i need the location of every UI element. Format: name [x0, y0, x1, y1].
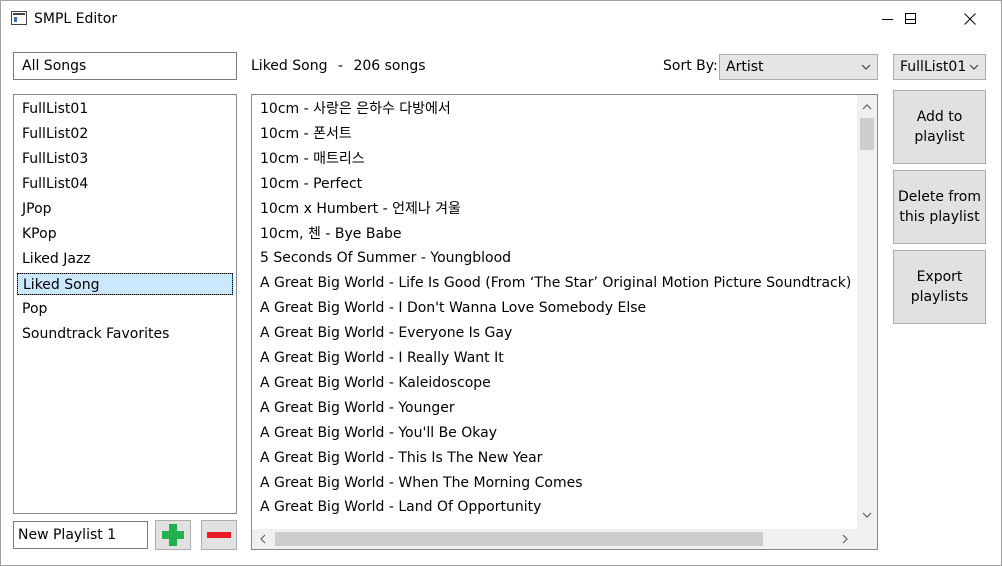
song-filter-field[interactable]: All Songs [13, 52, 237, 80]
delete-line2: this playlist [899, 209, 980, 225]
song-row[interactable]: 10cm - 폰서트 [260, 122, 855, 146]
close-icon [964, 13, 976, 25]
song-row[interactable]: A Great Big World - Younger [260, 396, 855, 420]
scroll-corner [857, 529, 877, 549]
scroll-up-icon[interactable] [857, 99, 877, 115]
maximize-icon [905, 13, 916, 24]
delete-line1: Delete from [897, 189, 982, 205]
song-row[interactable]: A Great Big World - You'll Be Okay [260, 421, 855, 445]
title-bar: SMPL Editor [0, 0, 1002, 38]
playlist-header: Liked Song - 206 songs [251, 58, 426, 74]
song-row[interactable]: 10cm, 첸 - Bye Babe [260, 222, 855, 246]
window-title: SMPL Editor [34, 11, 118, 27]
target-playlist-value: FullList01 [900, 59, 967, 75]
minus-icon [207, 532, 231, 538]
add-to-playlist-line2: playlist [914, 129, 965, 145]
new-playlist-field[interactable]: New Playlist 1 [13, 521, 148, 549]
export-line1: Export [916, 269, 963, 285]
song-filter-value: All Songs [22, 58, 87, 74]
song-row[interactable]: A Great Big World - Everyone Is Gay [260, 321, 855, 345]
song-row[interactable]: 10cm - 매트리스 [260, 147, 855, 171]
song-list[interactable]: 10cm - 사랑은 은하수 다방에서 10cm - 폰서트 10cm - 매트리스… [251, 94, 878, 550]
playlist-item[interactable]: FullList02 [17, 123, 233, 145]
playlist-item[interactable]: JPop [17, 198, 233, 220]
playlist-item[interactable]: Pop [17, 298, 233, 320]
header-song-count: 206 songs [353, 58, 426, 74]
song-row[interactable]: A Great Big World - Kaleidoscope [260, 371, 855, 395]
remove-playlist-button[interactable] [201, 520, 237, 550]
playlist-item[interactable]: FullList03 [17, 148, 233, 170]
song-row[interactable]: 10cm - 사랑은 은하수 다방에서 [260, 97, 855, 121]
scroll-down-icon[interactable] [857, 507, 877, 523]
playlist-list[interactable]: FullList01 FullList02 FullList03 FullList04… [13, 94, 237, 514]
sort-dropdown[interactable]: Artist [719, 54, 878, 80]
add-playlist-button[interactable] [155, 520, 191, 550]
header-playlist-name: Liked Song [251, 58, 328, 74]
vertical-scroll-thumb[interactable] [860, 118, 874, 150]
add-to-playlist-line1: Add to [916, 109, 963, 125]
playlist-item[interactable]: KPop [17, 223, 233, 245]
header-separator: - [337, 58, 343, 74]
song-row[interactable]: A Great Big World - When The Morning Com… [260, 471, 855, 495]
add-to-playlist-button[interactable]: Add to playlist [893, 90, 986, 164]
maximize-button-area[interactable] [888, 0, 934, 38]
horizontal-scrollbar[interactable] [252, 529, 857, 549]
song-row[interactable]: A Great Big World - I Really Want It [260, 346, 855, 370]
export-playlists-button[interactable]: Export playlists [893, 250, 986, 324]
new-playlist-value: New Playlist 1 [18, 527, 117, 543]
song-row[interactable]: A Great Big World - Life Is Good (From ‘… [260, 271, 855, 295]
playlist-item[interactable]: Liked Song [17, 273, 233, 295]
song-row[interactable]: A Great Big World - I Don't Wanna Love S… [260, 296, 855, 320]
scroll-right-icon[interactable] [837, 529, 853, 549]
song-row[interactable]: 10cm x Humbert - 언제나 겨울 [260, 197, 855, 221]
target-playlist-dropdown[interactable]: FullList01 [893, 54, 986, 80]
plus-icon [162, 524, 184, 546]
song-row[interactable]: 5 Seconds Of Summer - Youngblood [260, 246, 855, 270]
close-button[interactable] [947, 0, 993, 38]
playlist-item[interactable]: Liked Jazz [17, 248, 233, 270]
song-row[interactable]: A Great Big World - This Is The New Year [260, 446, 855, 470]
chevron-down-icon [861, 64, 871, 70]
delete-from-playlist-button[interactable]: Delete from this playlist [893, 170, 986, 244]
playlist-item[interactable]: FullList01 [17, 98, 233, 120]
playlist-item[interactable]: Soundtrack Favorites [17, 323, 233, 345]
app-icon [11, 11, 27, 25]
horizontal-scroll-thumb[interactable] [275, 532, 763, 546]
export-line2: playlists [910, 289, 969, 305]
chevron-down-icon [969, 64, 979, 70]
song-row[interactable]: 10cm - Perfect [260, 172, 855, 196]
sort-value: Artist [726, 59, 764, 75]
scroll-left-icon[interactable] [255, 529, 271, 549]
song-row[interactable]: A Great Big World - Land Of Opportunity [260, 495, 855, 519]
sort-label: Sort By: [663, 58, 718, 74]
vertical-scrollbar[interactable] [857, 95, 877, 529]
playlist-item[interactable]: FullList04 [17, 173, 233, 195]
